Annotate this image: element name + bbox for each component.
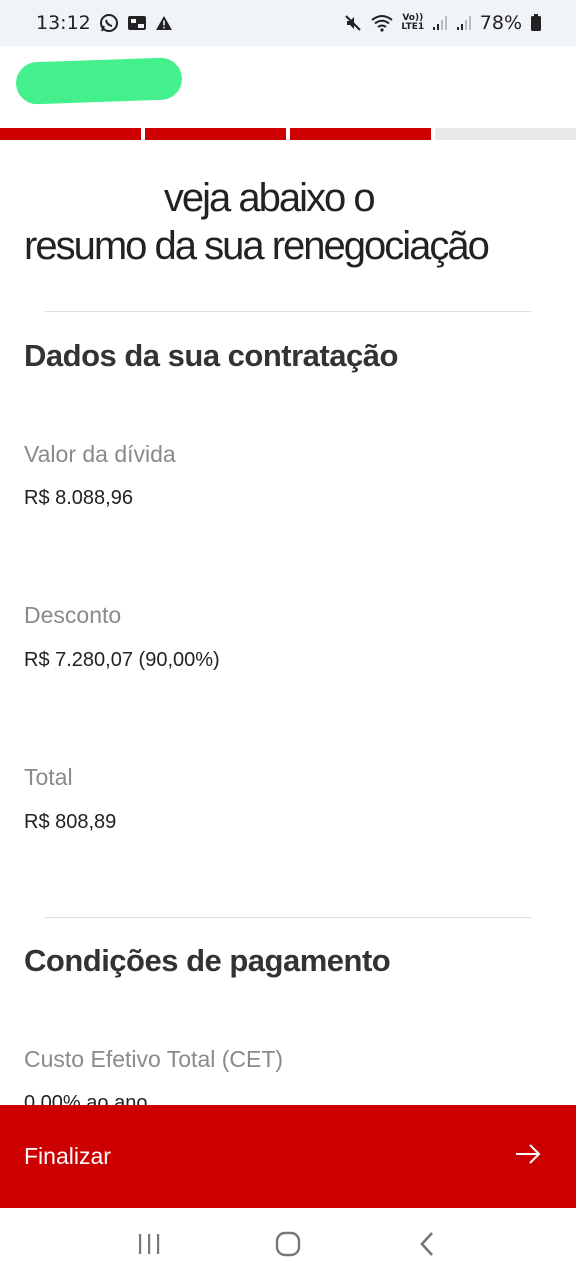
app-header xyxy=(0,46,576,128)
home-button[interactable] xyxy=(258,1214,318,1274)
battery-icon xyxy=(530,14,542,32)
back-icon xyxy=(419,1232,433,1256)
payment-section-title: Condições de pagamento xyxy=(24,943,391,978)
contract-section-title: Dados da sua contratação xyxy=(24,338,398,373)
progress-step-completed xyxy=(290,128,431,140)
finalize-button-label: Finalizar xyxy=(24,1143,111,1169)
section-divider xyxy=(45,917,531,918)
whatsapp-icon xyxy=(99,13,119,33)
summary-content[interactable]: Antonio, veja abaixo o resumo da sua ren… xyxy=(0,140,576,1105)
progress-step-completed xyxy=(145,128,286,140)
section-divider xyxy=(45,311,531,312)
discount-value: R$ 7.280,07 (90,00%) xyxy=(24,649,220,671)
page-title-line2: resumo da sua renegociação xyxy=(24,224,490,268)
lte-indicator: Vo)) LTE1 xyxy=(401,13,425,32)
battery-percentage: 78% xyxy=(479,12,522,34)
redacted-name: Antonio, xyxy=(24,176,157,220)
app-screen: 13:12 Vo)) LTE1 78% Antonio, veja abaixo… xyxy=(0,0,576,1280)
discount-label: Desconto xyxy=(24,602,122,628)
cet-value: 0,00% ao ano xyxy=(24,1092,148,1105)
signal-icon xyxy=(432,15,448,31)
cet-label: Custo Efetivo Total (CET) xyxy=(24,1046,284,1072)
finalize-button[interactable]: Finalizar xyxy=(0,1105,576,1208)
recent-apps-button[interactable] xyxy=(119,1214,179,1274)
back-button[interactable] xyxy=(397,1214,457,1274)
system-nav-bar xyxy=(0,1208,576,1280)
mute-icon xyxy=(344,14,362,32)
progress-steps xyxy=(0,128,576,140)
status-time: 13:12 xyxy=(36,12,91,34)
progress-step-completed xyxy=(0,128,141,140)
debt-amount-label: Valor da dívida xyxy=(24,441,176,467)
status-bar: 13:12 Vo)) LTE1 78% xyxy=(0,0,576,46)
recent-apps-icon xyxy=(139,1234,160,1254)
signal-icon xyxy=(456,15,472,31)
redacted-user-name xyxy=(15,57,183,105)
arrow-right-icon xyxy=(514,1143,542,1171)
home-icon xyxy=(275,1231,301,1257)
progress-step-pending xyxy=(435,128,576,140)
card-notification-icon xyxy=(127,15,147,31)
wifi-icon xyxy=(370,14,394,32)
debt-amount-value: R$ 8.088,96 xyxy=(24,487,133,509)
total-value: R$ 808,89 xyxy=(24,811,117,833)
total-label: Total xyxy=(24,764,73,790)
warning-icon xyxy=(155,15,173,31)
page-title-line1: veja abaixo o xyxy=(154,176,376,220)
status-left: 13:12 xyxy=(36,12,173,34)
page-title: Antonio, veja abaixo o resumo da sua ren… xyxy=(24,174,544,270)
status-right: Vo)) LTE1 78% xyxy=(344,12,542,34)
